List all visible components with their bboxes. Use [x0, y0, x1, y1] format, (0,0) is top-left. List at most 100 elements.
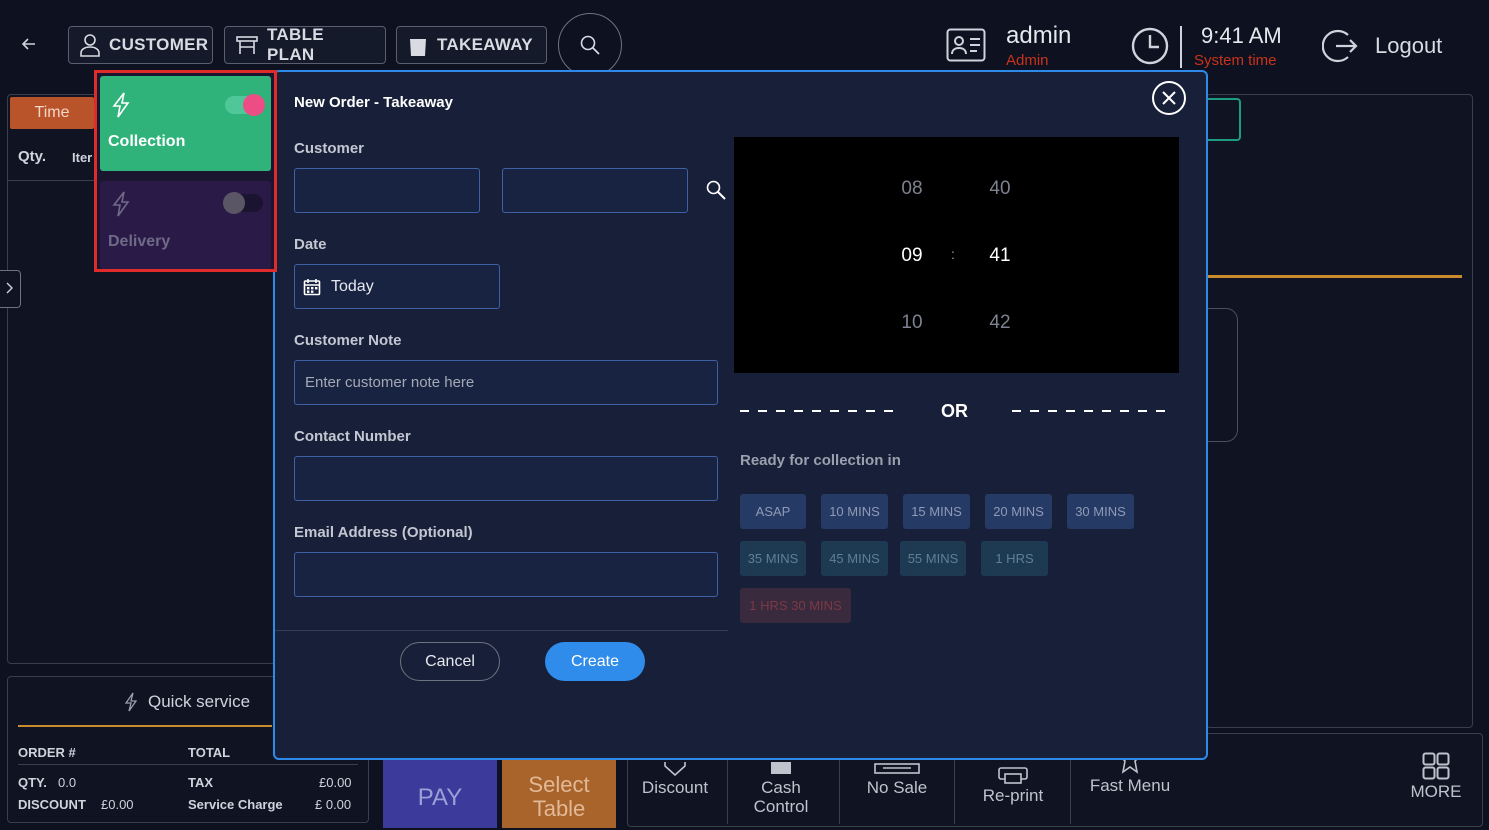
- back-arrow-icon[interactable]: [21, 34, 46, 56]
- contact-number-label: Contact Number: [294, 428, 411, 445]
- no-sale-button[interactable]: No Sale: [858, 762, 936, 797]
- user-role: Admin: [1006, 52, 1049, 69]
- toggle-knob: [223, 192, 245, 214]
- customer-nav-label: CUSTOMER: [109, 35, 209, 54]
- lightning-icon: [112, 92, 130, 118]
- takeaway-nav-button[interactable]: TAKEAWAY: [396, 26, 547, 64]
- delivery-label: Delivery: [108, 233, 171, 250]
- ready-option-15-mins[interactable]: 15 MINS: [903, 494, 970, 529]
- no-sale-label: No Sale: [866, 778, 928, 797]
- close-icon: [1162, 91, 1176, 105]
- order-type-delivery[interactable]: Delivery: [100, 181, 271, 269]
- item-column-header: Iter: [72, 150, 93, 165]
- minute-selected[interactable]: 41: [980, 245, 1020, 267]
- pay-button[interactable]: PAY: [383, 760, 497, 828]
- or-dashed-line-right: [1012, 410, 1174, 412]
- fast-menu-button[interactable]: Fast Menu: [1085, 754, 1175, 795]
- cancel-button[interactable]: Cancel: [400, 642, 500, 681]
- service-charge-value: £ 0.00: [315, 797, 352, 812]
- more-button[interactable]: MORE: [1400, 752, 1472, 801]
- discount-value: £0.00: [101, 797, 134, 812]
- email-input[interactable]: [294, 552, 718, 597]
- cash-control-line1: Cash: [761, 778, 801, 797]
- ready-option-1-hrs[interactable]: 1 HRS: [981, 541, 1048, 576]
- table-plan-nav-button[interactable]: TABLE PLAN: [224, 25, 386, 64]
- order-type-dropdown: Collection Delivery: [94, 70, 277, 272]
- create-button[interactable]: Create: [545, 642, 645, 681]
- table-icon: [236, 36, 258, 54]
- hour-option[interactable]: 10: [892, 312, 932, 334]
- total-label: TOTAL: [188, 745, 231, 760]
- or-separator: OR: [941, 401, 968, 421]
- email-label: Email Address (Optional): [294, 524, 473, 541]
- cash-drawer-icon: [771, 762, 791, 774]
- fast-menu-label: Fast Menu: [1089, 776, 1171, 795]
- collection-toggle[interactable]: [225, 94, 265, 116]
- cash-control-line2: Control: [753, 797, 809, 816]
- logout-icon[interactable]: [1321, 27, 1360, 70]
- order-number-label: ORDER #: [18, 745, 76, 760]
- minute-option[interactable]: 40: [980, 178, 1020, 200]
- ready-option-35-mins[interactable]: 35 MINS: [740, 541, 806, 576]
- system-time-label: System time: [1194, 52, 1277, 69]
- customer-note-input[interactable]: [294, 360, 718, 405]
- system-time: 9:41 AM: [1201, 23, 1282, 48]
- search-icon: [706, 180, 726, 200]
- ready-option-30-mins[interactable]: 30 MINS: [1067, 494, 1134, 529]
- summary-divider: [18, 764, 358, 765]
- tax-label: TAX: [188, 775, 214, 790]
- lightning-icon: [112, 191, 130, 217]
- logout-button[interactable]: Logout: [1375, 33, 1442, 59]
- date-picker[interactable]: Today: [294, 264, 500, 309]
- reprint-button[interactable]: Re-print: [975, 762, 1051, 805]
- contact-number-input[interactable]: [294, 456, 718, 501]
- date-label: Date: [294, 236, 327, 253]
- cash-control-button[interactable]: Cash Control: [741, 762, 821, 816]
- tax-value: £0.00: [319, 775, 352, 790]
- more-label: MORE: [1410, 782, 1462, 801]
- search-icon: [580, 35, 600, 55]
- ready-option-1-hrs-30-mins[interactable]: 1 HRS 30 MINS: [740, 588, 851, 623]
- reprint-label: Re-print: [982, 786, 1044, 805]
- minute-option[interactable]: 42: [980, 312, 1020, 334]
- time-tab[interactable]: Time: [10, 97, 94, 129]
- id-card-icon: [946, 28, 986, 67]
- printer-icon: [998, 767, 1028, 784]
- time-separator: :: [951, 246, 955, 262]
- order-type-collection[interactable]: Collection: [100, 76, 271, 171]
- customer-search-button[interactable]: [705, 179, 727, 206]
- ready-option-20-mins[interactable]: 20 MINS: [985, 494, 1052, 529]
- select-table-label-line1: Select: [528, 772, 590, 797]
- discount-button[interactable]: Discount: [636, 762, 714, 797]
- time-picker[interactable]: [734, 137, 1179, 373]
- header-divider: [1180, 26, 1182, 68]
- select-table-button[interactable]: Select Table: [502, 760, 616, 828]
- register-icon: [874, 763, 920, 774]
- ready-option-asap[interactable]: ASAP: [740, 494, 806, 529]
- ready-option-55-mins[interactable]: 55 MINS: [900, 541, 966, 576]
- takeaway-bag-icon: [410, 33, 426, 56]
- clock-icon: [1130, 26, 1170, 71]
- quick-service-indicator: Quick service: [124, 692, 250, 712]
- ready-option-10-mins[interactable]: 10 MINS: [821, 494, 888, 529]
- qty-value: 0.0: [58, 775, 77, 790]
- quick-service-label: Quick service: [148, 692, 251, 711]
- ready-option-45-mins[interactable]: 45 MINS: [821, 541, 888, 576]
- global-search-button[interactable]: [558, 13, 622, 77]
- customer-nav-button[interactable]: CUSTOMER: [68, 26, 213, 64]
- customer-first-name-input[interactable]: [294, 168, 480, 213]
- customer-label: Customer: [294, 140, 365, 157]
- modal-footer-divider: [275, 630, 728, 631]
- menu-panel: [1206, 94, 1473, 728]
- hour-option[interactable]: 08: [892, 178, 932, 200]
- or-dashed-line-left: [740, 410, 897, 412]
- discount-tag-icon: [664, 762, 686, 776]
- toggle-knob: [243, 94, 265, 116]
- customer-last-name-input[interactable]: [502, 168, 688, 213]
- expand-panel-handle[interactable]: [0, 270, 21, 308]
- modal-close-button[interactable]: [1152, 81, 1186, 115]
- delivery-toggle[interactable]: [223, 192, 263, 214]
- takeaway-nav-label: TAKEAWAY: [437, 35, 533, 54]
- hour-selected[interactable]: 09: [892, 245, 932, 267]
- select-table-label-line2: Table: [532, 796, 586, 821]
